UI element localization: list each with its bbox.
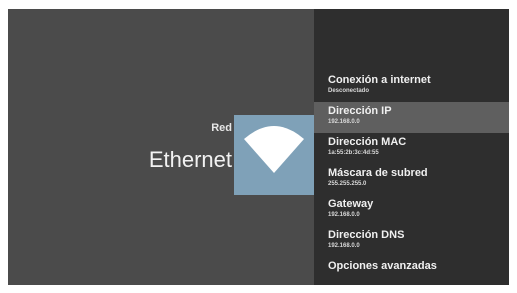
section-label: Red bbox=[211, 122, 232, 134]
menu-item-title: Dirección DNS bbox=[328, 229, 405, 241]
menu-item-value: 1a:55:2b:3c:4d:55 bbox=[328, 150, 379, 156]
page-title: Ethernet bbox=[148, 147, 232, 172]
settings-menu: Conexión a internet Desconectado Direcci… bbox=[314, 71, 509, 283]
menu-item-mac-address[interactable]: Dirección MAC 1a:55:2b:3c:4d:55 bbox=[314, 133, 509, 164]
wifi-icon bbox=[234, 115, 314, 195]
menu-item-title: Gateway bbox=[328, 198, 374, 210]
menu-item-value: 192.168.0.0 bbox=[328, 212, 360, 218]
menu-item-ip-address[interactable]: Dirección IP 192.168.0.0 bbox=[314, 102, 509, 133]
menu-item-title: Opciones avanzadas bbox=[328, 260, 437, 272]
menu-item-title: Dirección IP bbox=[328, 105, 392, 117]
menu-item-title: Dirección MAC bbox=[328, 136, 407, 148]
menu-item-value: 192.168.0.0 bbox=[328, 119, 360, 125]
menu-item-value: Desconectado bbox=[328, 88, 370, 94]
menu-item-title: Máscara de subred bbox=[328, 167, 428, 179]
menu-item-subnet-mask[interactable]: Máscara de subred 255.255.255.0 bbox=[314, 164, 509, 195]
wifi-icon-graphic bbox=[244, 126, 304, 173]
menu-item-gateway[interactable]: Gateway 192.168.0.0 bbox=[314, 195, 509, 226]
tv-settings-screen: Red Ethernet Conexión a internet Descone… bbox=[8, 9, 509, 285]
menu-item-value: 255.255.255.0 bbox=[328, 181, 367, 187]
menu-item-title: Conexión a internet bbox=[328, 74, 431, 86]
menu-item-dns-address[interactable]: Dirección DNS 192.168.0.0 bbox=[314, 226, 509, 257]
menu-item-advanced-options[interactable]: Opciones avanzadas bbox=[314, 257, 509, 283]
network-tile bbox=[234, 115, 314, 195]
menu-item-value: 192.168.0.0 bbox=[328, 243, 360, 249]
menu-item-internet-connection[interactable]: Conexión a internet Desconectado bbox=[314, 71, 509, 102]
left-info-pane: Red Ethernet bbox=[8, 9, 314, 285]
settings-menu-pane: Conexión a internet Desconectado Direcci… bbox=[314, 9, 509, 285]
